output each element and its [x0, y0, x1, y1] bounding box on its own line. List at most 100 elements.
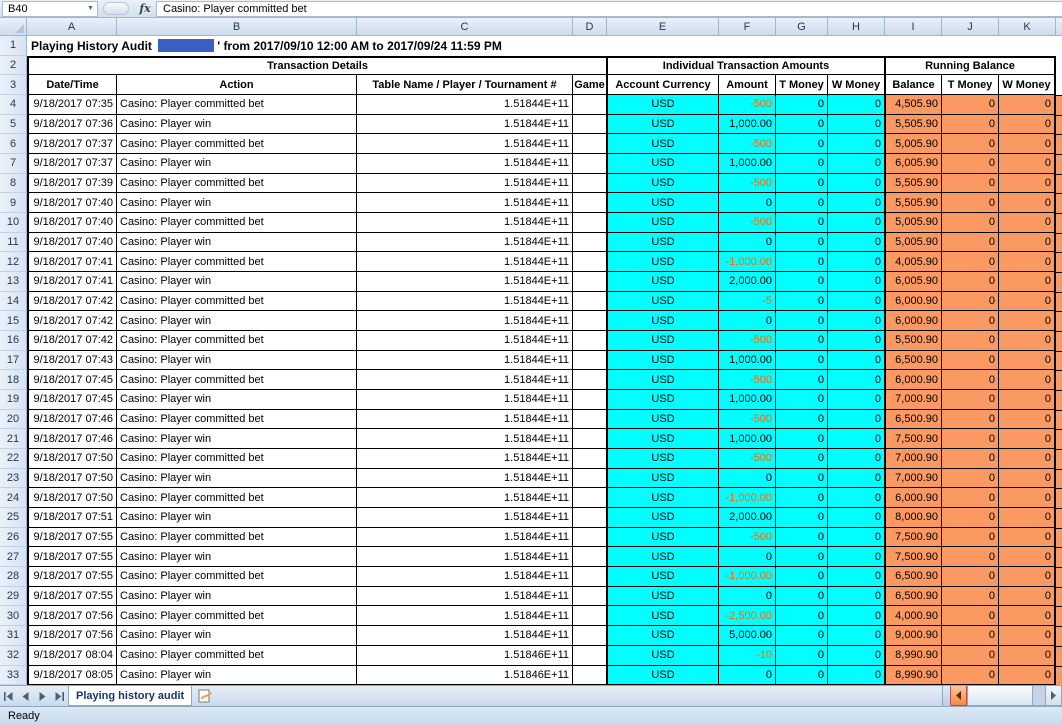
cell-datetime[interactable]: 9/18/2017 07:55 — [27, 547, 117, 568]
cell-balance[interactable]: 4,505.90 — [885, 95, 942, 115]
cell-amount[interactable]: 2,000.00 — [719, 272, 776, 292]
cell-amount[interactable]: 0 — [719, 665, 776, 686]
cell-currency[interactable]: USD — [607, 449, 719, 469]
cell-rb-t-money[interactable]: 0 — [942, 252, 999, 273]
row-number[interactable]: 2 — [0, 55, 27, 76]
next-sheet-button[interactable] — [34, 686, 51, 706]
cell-w-money[interactable]: 0 — [828, 429, 885, 450]
cell-rb-t-money[interactable]: 0 — [942, 114, 999, 135]
cell-datetime[interactable]: 9/18/2017 07:36 — [27, 114, 117, 135]
cell-w-money[interactable]: 0 — [828, 311, 885, 332]
cell-w-money[interactable]: 0 — [828, 193, 885, 214]
sheet-tab-playing-history-audit[interactable]: Playing history audit — [68, 686, 193, 706]
cell-amount[interactable]: -10 — [719, 645, 776, 666]
cell-datetime[interactable]: 9/18/2017 07:42 — [27, 311, 117, 332]
cell-datetime[interactable]: 9/18/2017 07:41 — [27, 272, 117, 292]
cell-rb-t-money[interactable]: 0 — [942, 508, 999, 528]
column-header-A[interactable]: A — [27, 18, 117, 35]
cell-amount[interactable]: -500 — [719, 449, 776, 469]
row-number[interactable]: 12 — [0, 252, 27, 273]
cell-balance[interactable]: 5,505.90 — [885, 173, 942, 194]
header-t-money[interactable]: T Money — [776, 75, 828, 96]
cell-amount[interactable]: -500 — [719, 95, 776, 115]
select-all-corner[interactable] — [0, 18, 27, 35]
cell-action[interactable]: Casino: Player committed bet — [117, 449, 357, 469]
group-header-running-balance[interactable]: Running Balance — [885, 55, 1056, 76]
cell-game[interactable] — [573, 488, 607, 509]
cell-balance[interactable]: 5,005.90 — [885, 213, 942, 233]
cell-rb-w-money[interactable]: 0 — [999, 567, 1056, 587]
cell-currency[interactable]: USD — [607, 390, 719, 410]
title-cell[interactable]: Playing History Audit ' from 2017/09/10 … — [27, 36, 1062, 56]
cell-currency[interactable]: USD — [607, 350, 719, 371]
cell-rb-t-money[interactable]: 0 — [942, 213, 999, 233]
cell-rb-w-money[interactable]: 0 — [999, 272, 1056, 292]
cell-w-money[interactable]: 0 — [828, 154, 885, 174]
cell-datetime[interactable]: 9/18/2017 07:50 — [27, 468, 117, 489]
scroll-left-button[interactable] — [950, 686, 967, 706]
cell-action[interactable]: Casino: Player win — [117, 626, 357, 646]
row-number[interactable]: 10 — [0, 213, 27, 233]
row-number[interactable]: 3 — [0, 75, 27, 96]
cell-t-money[interactable]: 0 — [776, 429, 828, 450]
last-sheet-button[interactable] — [51, 686, 68, 706]
cell-t-money[interactable]: 0 — [776, 213, 828, 233]
cell-game[interactable] — [573, 291, 607, 312]
cell-datetime[interactable]: 9/18/2017 08:04 — [27, 645, 117, 666]
cell-ref[interactable]: 1.51844E+11 — [357, 193, 573, 214]
column-header-I[interactable]: I — [885, 18, 942, 35]
cell-rb-t-money[interactable]: 0 — [942, 567, 999, 587]
cell-balance[interactable]: 6,000.90 — [885, 291, 942, 312]
cell-amount[interactable]: -5 — [719, 291, 776, 312]
cell-ref[interactable]: 1.51844E+11 — [357, 606, 573, 627]
row-number[interactable]: 33 — [0, 665, 27, 686]
row-number[interactable]: 25 — [0, 508, 27, 528]
cell-rb-t-money[interactable]: 0 — [942, 350, 999, 371]
cell-t-money[interactable]: 0 — [776, 134, 828, 155]
cell-action[interactable]: Casino: Player win — [117, 193, 357, 214]
cell-action[interactable]: Casino: Player committed bet — [117, 213, 357, 233]
cell-amount[interactable]: 0 — [719, 586, 776, 607]
cell-action[interactable]: Casino: Player committed bet — [117, 331, 357, 351]
cell-t-money[interactable]: 0 — [776, 468, 828, 489]
cell-w-money[interactable]: 0 — [828, 390, 885, 410]
cell-game[interactable] — [573, 350, 607, 371]
cell-currency[interactable]: USD — [607, 429, 719, 450]
row-number[interactable]: 11 — [0, 232, 27, 253]
cell-ref[interactable]: 1.51844E+11 — [357, 95, 573, 115]
cell-balance[interactable]: 8,990.90 — [885, 665, 942, 686]
cell-amount[interactable]: 1,000.00 — [719, 390, 776, 410]
cell-balance[interactable]: 6,005.90 — [885, 272, 942, 292]
cell-balance[interactable]: 6,500.90 — [885, 350, 942, 371]
cell-t-money[interactable]: 0 — [776, 232, 828, 253]
row-number[interactable]: 5 — [0, 114, 27, 135]
cell-rb-w-money[interactable]: 0 — [999, 114, 1056, 135]
cell-w-money[interactable]: 0 — [828, 527, 885, 548]
cell-balance[interactable]: 4,000.90 — [885, 606, 942, 627]
cell-game[interactable] — [573, 390, 607, 410]
column-header-E[interactable]: E — [607, 18, 719, 35]
cell-w-money[interactable]: 0 — [828, 252, 885, 273]
cell-game[interactable] — [573, 173, 607, 194]
cell-rb-t-money[interactable]: 0 — [942, 586, 999, 607]
row-number[interactable]: 20 — [0, 409, 27, 430]
cell-game[interactable] — [573, 606, 607, 627]
cell-ref[interactable]: 1.51844E+11 — [357, 350, 573, 371]
column-header-D[interactable]: D — [573, 18, 607, 35]
cell-currency[interactable]: USD — [607, 272, 719, 292]
cell-rb-t-money[interactable]: 0 — [942, 154, 999, 174]
cell-rb-t-money[interactable]: 0 — [942, 193, 999, 214]
name-box[interactable]: B40 ▼ — [2, 0, 98, 17]
cell-t-money[interactable]: 0 — [776, 488, 828, 509]
cell-ref[interactable]: 1.51844E+11 — [357, 567, 573, 587]
cell-ref[interactable]: 1.51844E+11 — [357, 134, 573, 155]
cell-ref[interactable]: 1.51844E+11 — [357, 586, 573, 607]
cell-t-money[interactable]: 0 — [776, 154, 828, 174]
cell-rb-t-money[interactable]: 0 — [942, 606, 999, 627]
cell-w-money[interactable]: 0 — [828, 213, 885, 233]
cell-action[interactable]: Casino: Player win — [117, 114, 357, 135]
row-number[interactable]: 18 — [0, 370, 27, 391]
cell-game[interactable] — [573, 252, 607, 273]
cell-currency[interactable]: USD — [607, 134, 719, 155]
cell-w-money[interactable]: 0 — [828, 606, 885, 627]
